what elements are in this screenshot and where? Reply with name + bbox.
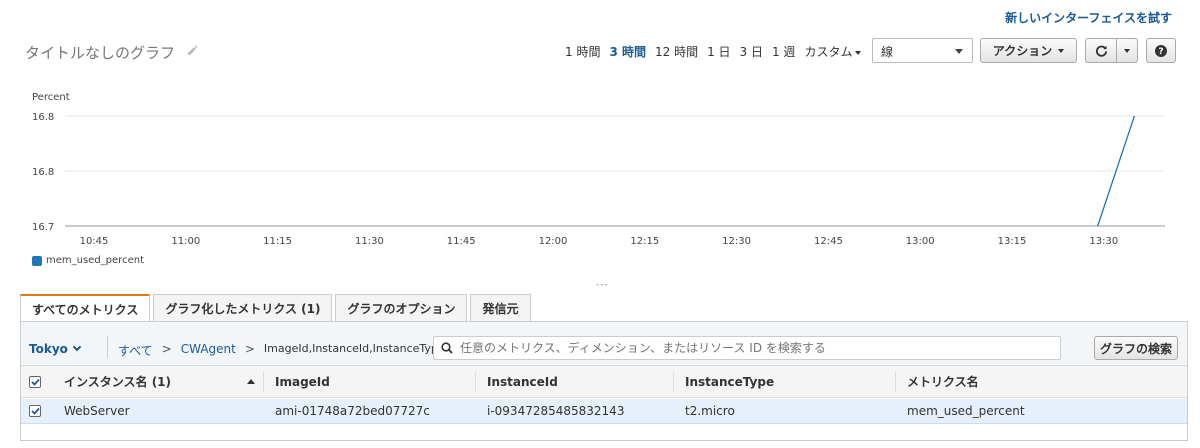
cell-instance-name: WebServer — [64, 404, 130, 418]
breadcrumb-all[interactable]: すべて — [118, 342, 153, 359]
x-tick-label: 11:15 — [263, 236, 292, 247]
graph-title[interactable]: タイトルなしのグラフ — [25, 42, 175, 63]
x-tick-label: 12:45 — [814, 236, 843, 247]
table-row[interactable]: WebServer ami-01748a72bed07727c i-093472… — [21, 399, 1187, 424]
refresh-interval-dropdown[interactable] — [1116, 38, 1138, 63]
chevron-down-icon — [72, 342, 82, 352]
column-divider — [263, 372, 264, 392]
refresh-button[interactable] — [1085, 38, 1117, 63]
x-tick-label: 13:15 — [998, 236, 1027, 247]
range-1h[interactable]: 1 時間 — [565, 43, 600, 60]
browser-toolbar: Tokyo すべて > CWAgent > ImageId,InstanceId… — [21, 322, 1187, 366]
row-checkbox-cell — [29, 399, 41, 423]
range-3h[interactable]: 3 時間 — [609, 43, 646, 60]
caret-down-icon — [1124, 48, 1130, 53]
range-1d[interactable]: 1 日 — [707, 43, 730, 60]
checkmark-icon — [30, 378, 40, 386]
cell-image-id: ami-01748a72bed07727c — [275, 404, 430, 418]
cell-metric-name: mem_used_percent — [907, 404, 1025, 418]
tab-source[interactable]: 発信元 — [470, 294, 531, 321]
y-tick-label: 16.7 — [32, 222, 54, 233]
x-tick-label: 13:00 — [906, 236, 935, 247]
time-range-selector: 1 時間 3 時間 12 時間 1 日 3 日 1 週 カスタム — [565, 43, 862, 60]
question-icon: ? — [1155, 44, 1167, 57]
checkmark-icon — [30, 407, 40, 415]
tab-graphed-metrics[interactable]: グラフ化したメトリクス (1) — [153, 294, 333, 321]
svg-text:?: ? — [1158, 47, 1163, 57]
cell-instance-id: i-09347285485832143 — [487, 404, 625, 418]
range-custom-label: カスタム — [804, 45, 853, 59]
legend-swatch — [32, 255, 42, 266]
breadcrumb: すべて > CWAgent > ImageId,InstanceId,Insta… — [118, 342, 445, 359]
search-icon — [441, 342, 453, 354]
col-instance-name[interactable]: インスタンス名 (1) — [64, 366, 171, 397]
refresh-icon — [1095, 45, 1107, 57]
col-instance-id[interactable]: InstanceId — [487, 366, 558, 397]
breadcrumb-dimensions: ImageId,InstanceId,InstanceType — [263, 342, 445, 355]
metric-search-input[interactable] — [433, 336, 1061, 360]
graph-header: タイトルなしのグラフ 1 時間 3 時間 12 時間 1 日 3 日 1 週 カ… — [25, 38, 1188, 64]
range-1w[interactable]: 1 週 — [772, 43, 795, 60]
graph-search-button[interactable]: グラフの検索 — [1094, 336, 1178, 360]
caret-down-icon — [855, 50, 862, 55]
resize-handle[interactable]: --- — [596, 280, 609, 290]
x-tick-label: 12:00 — [539, 236, 568, 247]
col-instance-type[interactable]: InstanceType — [685, 366, 774, 397]
x-tick-label: 11:00 — [171, 236, 200, 247]
cell-instance-type: t2.micro — [685, 404, 735, 418]
range-12h[interactable]: 12 時間 — [655, 43, 698, 60]
y-tick-label: 16.8 — [32, 112, 54, 123]
col-image-id[interactable]: ImageId — [275, 366, 330, 397]
table-header: インスタンス名 (1) ImageId InstanceId InstanceT… — [21, 366, 1187, 398]
breadcrumb-separator: > — [244, 342, 255, 356]
chart-legend[interactable]: mem_used_percent — [32, 255, 144, 266]
metrics-browser: Tokyo すべて > CWAgent > ImageId,InstanceId… — [20, 321, 1188, 441]
x-tick-label: 11:30 — [355, 236, 384, 247]
chart-svg: Percent 16.8 16.8 16.7 10:45 11:00 11:15 11:30 1… — [32, 92, 1165, 247]
x-tick-label: 12:15 — [630, 236, 659, 247]
actions-label: アクション — [992, 44, 1053, 58]
x-tick-label: 13:30 — [1089, 236, 1118, 247]
x-tick-label: 10:45 — [80, 236, 109, 247]
col-metric-name[interactable]: メトリクス名 — [907, 366, 979, 397]
caret-down-icon — [1058, 48, 1065, 53]
row-checkbox[interactable] — [29, 405, 41, 417]
select-all-checkbox[interactable] — [29, 375, 41, 388]
caret-down-icon — [955, 49, 963, 54]
region-label: Tokyo — [29, 342, 68, 356]
region-selector[interactable]: Tokyo — [29, 342, 82, 356]
range-custom[interactable]: カスタム — [804, 43, 862, 60]
breadcrumb-namespace[interactable]: CWAgent — [181, 342, 236, 359]
column-divider — [673, 372, 674, 392]
column-divider — [895, 372, 896, 392]
y-tick-label: 16.8 — [32, 167, 54, 178]
tab-all-metrics[interactable]: すべてのメトリクス — [20, 294, 151, 322]
graph-type-select[interactable]: 線 — [872, 38, 973, 63]
legend-label: mem_used_percent — [46, 255, 144, 266]
actions-button[interactable]: アクション — [980, 38, 1077, 63]
sort-ascending-cell[interactable] — [247, 366, 255, 397]
y-axis-label: Percent — [32, 92, 70, 103]
graph-type-value: 線 — [881, 45, 894, 59]
metrics-tabs: すべてのメトリクス グラフ化したメトリクス (1) グラフのオプション 発信元 — [20, 294, 531, 322]
col-instance-name-label: インスタンス名 (1) — [64, 375, 172, 389]
sort-ascending-icon — [247, 379, 255, 384]
column-divider — [475, 372, 476, 392]
help-button[interactable]: ? — [1146, 38, 1176, 63]
divider — [107, 336, 108, 358]
pencil-icon[interactable] — [185, 44, 199, 58]
metric-chart: Percent 16.8 16.8 16.7 10:45 11:00 11:15 11:30 1… — [20, 88, 1180, 278]
range-3d[interactable]: 3 日 — [740, 43, 763, 60]
tab-graph-options[interactable]: グラフのオプション — [335, 294, 468, 321]
x-tick-label: 12:30 — [722, 236, 751, 247]
breadcrumb-separator: > — [161, 342, 172, 356]
try-new-interface-link[interactable]: 新しいインターフェイスを試す — [1005, 9, 1172, 26]
select-all-cell — [29, 366, 41, 397]
x-tick-label: 11:45 — [447, 236, 476, 247]
